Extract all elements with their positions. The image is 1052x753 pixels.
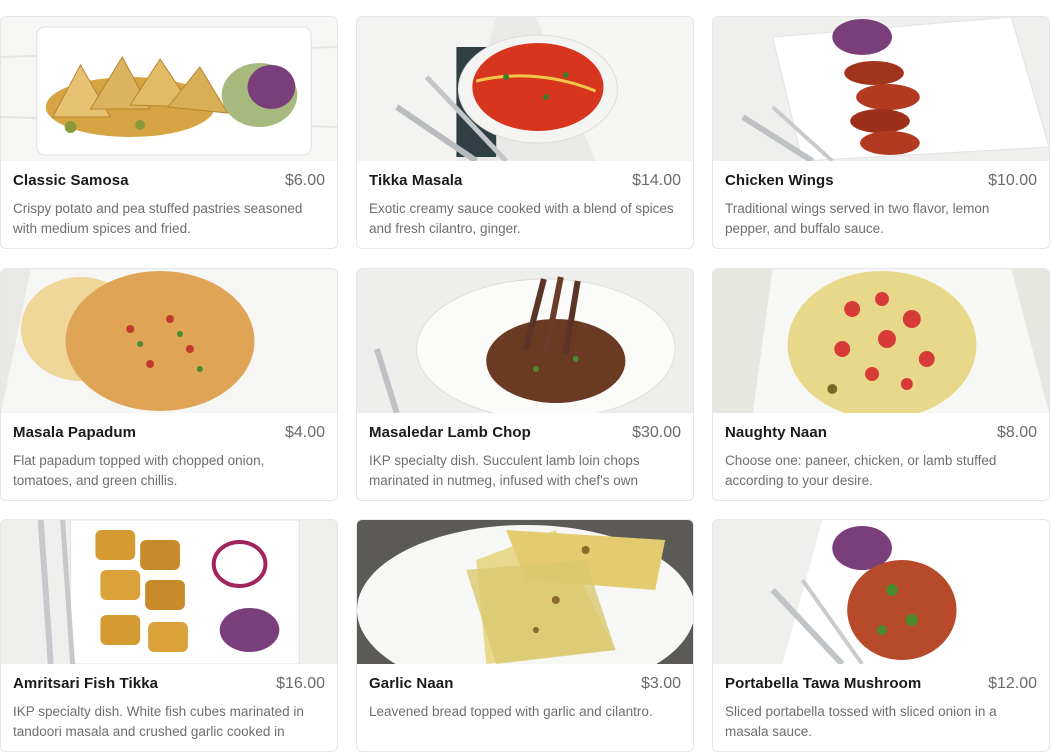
masala-papadum-photo bbox=[1, 269, 337, 413]
menu-item-description: Leavened bread topped with garlic and ci… bbox=[369, 704, 653, 719]
menu-item-card-classic-samosa[interactable]: Classic Samosa $6.00 Crispy potato and p… bbox=[0, 16, 338, 249]
menu-item-description: Traditional wings served in two flavor, … bbox=[725, 201, 990, 236]
menu-item-card-chicken-wings[interactable]: Chicken Wings $10.00 Traditional wings s… bbox=[712, 16, 1050, 249]
menu-grid: Classic Samosa $6.00 Crispy potato and p… bbox=[0, 0, 1052, 753]
menu-item-price: $6.00 bbox=[284, 172, 325, 189]
samosa-plate-photo bbox=[1, 17, 337, 161]
portabella-mushroom-photo bbox=[713, 520, 1049, 664]
menu-item-card-masaledar-lamb-chop[interactable]: Masaledar Lamb Chop $30.00 IKP specialty… bbox=[356, 268, 694, 501]
menu-item-card-masala-papadum[interactable]: Masala Papadum $4.00 Flat papadum topped… bbox=[0, 268, 338, 501]
chicken-wings-plate-photo bbox=[713, 17, 1049, 161]
menu-item-price: $30.00 bbox=[632, 424, 681, 441]
menu-item-card-garlic-naan[interactable]: Garlic Naan $3.00 Leavened bread topped … bbox=[356, 519, 694, 752]
menu-item-description: Choose one: paneer, chicken, or lamb stu… bbox=[725, 453, 997, 488]
tikka-masala-bowl-photo bbox=[357, 17, 693, 161]
menu-item-description: Crispy potato and pea stuffed pastries s… bbox=[13, 201, 303, 236]
menu-item-name: Classic Samosa bbox=[13, 172, 129, 189]
naughty-naan-photo bbox=[713, 269, 1049, 413]
menu-item-card-naughty-naan[interactable]: Naughty Naan $8.00 Choose one: paneer, c… bbox=[712, 268, 1050, 501]
menu-item-name: Masala Papadum bbox=[13, 424, 137, 441]
menu-item-name: Masaledar Lamb Chop bbox=[369, 424, 531, 441]
menu-item-price: $10.00 bbox=[988, 172, 1037, 189]
menu-item-name: Amritsari Fish Tikka bbox=[13, 675, 159, 692]
menu-item-price: $8.00 bbox=[996, 424, 1037, 441]
menu-item-card-portabella-tawa-mushroom[interactable]: Portabella Tawa Mushroom $12.00 Sliced p… bbox=[712, 519, 1050, 752]
menu-item-description: Sliced portabella tossed with sliced oni… bbox=[725, 704, 997, 739]
menu-item-price: $14.00 bbox=[632, 172, 681, 189]
menu-item-price: $3.00 bbox=[640, 675, 681, 692]
menu-item-price: $16.00 bbox=[276, 675, 325, 692]
menu-item-price: $12.00 bbox=[988, 675, 1037, 692]
fish-tikka-plate-photo bbox=[1, 520, 337, 664]
menu-item-description: Flat papadum topped with chopped onion, … bbox=[13, 453, 265, 488]
menu-item-name: Garlic Naan bbox=[369, 675, 454, 692]
garlic-naan-photo bbox=[357, 520, 693, 664]
lamb-chop-bowl-photo bbox=[357, 269, 693, 413]
menu-item-name: Portabella Tawa Mushroom bbox=[725, 675, 922, 692]
menu-item-card-amritsari-fish-tikka[interactable]: Amritsari Fish Tikka $16.00 IKP specialt… bbox=[0, 519, 338, 752]
menu-item-name: Tikka Masala bbox=[369, 172, 463, 189]
menu-item-description: IKP specialty dish. Succulent lamb loin … bbox=[369, 453, 640, 488]
menu-item-description: Exotic creamy sauce cooked with a blend … bbox=[369, 201, 674, 236]
menu-item-price: $4.00 bbox=[284, 424, 325, 441]
menu-item-name: Naughty Naan bbox=[725, 424, 828, 441]
menu-item-name: Chicken Wings bbox=[725, 172, 834, 189]
menu-item-description: IKP specialty dish. White fish cubes mar… bbox=[13, 704, 304, 739]
menu-item-card-tikka-masala[interactable]: Tikka Masala $14.00 Exotic creamy sauce … bbox=[356, 16, 694, 249]
